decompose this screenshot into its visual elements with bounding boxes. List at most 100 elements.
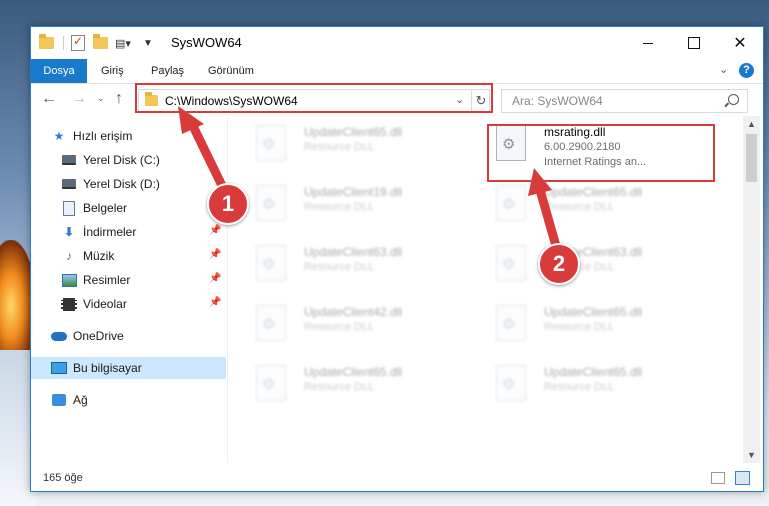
chevron-down-icon[interactable]: ▼ — [143, 34, 153, 52]
file-name: UpdateClient19.dll — [304, 185, 403, 199]
recent-locations-icon[interactable]: ⌄ — [97, 93, 105, 104]
dll-file-icon — [496, 185, 526, 221]
navigation-pane: ★ Hızlı erişim Yerel Disk (C:) Yerel Dis… — [31, 121, 226, 463]
properties-icon[interactable] — [71, 34, 85, 52]
dll-file-icon — [496, 305, 526, 341]
file-item[interactable]: UpdateClient63.dll Resource DLL — [486, 241, 716, 297]
pane-divider[interactable] — [227, 116, 228, 463]
help-icon[interactable]: ? — [739, 63, 754, 78]
sidebar-item-music[interactable]: ♪ Müzik 📌 — [31, 245, 226, 267]
scroll-down-icon[interactable]: ▼ — [747, 450, 756, 460]
file-name: UpdateClient65.dll — [544, 365, 643, 379]
large-icons-view-icon[interactable] — [735, 471, 750, 485]
sidebar-item-disk-d[interactable]: Yerel Disk (D:) — [31, 173, 226, 195]
window-title: SysWOW64 — [171, 35, 242, 50]
file-type: Resource DLL — [544, 321, 615, 333]
pin-icon[interactable]: 📌 — [209, 297, 221, 308]
file-item[interactable]: UpdateClient65.dll Resource DLL — [486, 181, 716, 237]
pin-icon[interactable]: 📌 — [209, 249, 221, 260]
sidebar-item-label: Yerel Disk (D:) — [83, 177, 160, 191]
vertical-scrollbar[interactable]: ▲ ▼ — [743, 116, 760, 463]
ribbon-tabs: Dosya Giriş Paylaş Görünüm ⌄ ? — [31, 59, 763, 84]
sidebar-item-label: Hızlı erişim — [73, 129, 133, 143]
status-bar: 165 öğe — [31, 465, 763, 489]
download-icon: ⬇ — [63, 225, 75, 239]
minimize-button[interactable] — [625, 27, 671, 59]
network-icon — [51, 393, 67, 407]
pin-icon[interactable]: 📌 — [209, 225, 221, 236]
dll-file-icon — [256, 245, 286, 281]
disk-icon — [61, 177, 77, 191]
sidebar-item-videos[interactable]: Videolar 📌 — [31, 293, 226, 315]
file-type: Resource DLL — [304, 141, 375, 153]
sidebar-item-label: Bu bilgisayar — [73, 361, 142, 375]
dll-file-icon — [496, 365, 526, 401]
title-bar: ▤▾ ▼ SysWOW64 ✕ — [31, 27, 763, 59]
file-item[interactable]: UpdateClient42.dll Resource DLL — [246, 301, 476, 357]
file-item[interactable]: UpdateClient19.dll Resource DLL — [246, 181, 476, 237]
explorer-window: ▤▾ ▼ SysWOW64 ✕ Dosya Giriş Paylaş Görün… — [30, 26, 764, 492]
sidebar-item-downloads[interactable]: ⬇ İndirmeler 📌 — [31, 221, 226, 243]
star-icon: ★ — [53, 129, 65, 143]
tab-share[interactable]: Paylaş — [141, 59, 194, 83]
music-icon: ♪ — [66, 249, 72, 263]
file-item[interactable]: UpdateClient65.dll Resource DLL — [246, 361, 476, 417]
dll-file-icon — [496, 245, 526, 281]
divider — [63, 36, 64, 50]
dll-file-icon — [256, 365, 286, 401]
file-item[interactable]: UpdateClient65.dll Resource DLL — [486, 361, 716, 417]
file-item[interactable]: UpdateClient65.dll Resource DLL — [246, 121, 476, 177]
tab-file[interactable]: Dosya — [31, 59, 87, 83]
file-type: Resource DLL — [304, 321, 375, 333]
sidebar-item-label: Resimler — [83, 273, 131, 287]
sidebar-item-label: Ağ — [73, 393, 88, 407]
sidebar-item-label: OneDrive — [73, 329, 124, 343]
scroll-up-icon[interactable]: ▲ — [747, 119, 756, 129]
scroll-thumb[interactable] — [746, 134, 757, 182]
sidebar-item-onedrive[interactable]: OneDrive — [31, 325, 226, 347]
sidebar-item-this-pc[interactable]: Bu bilgisayar — [31, 357, 226, 379]
search-input[interactable]: Ara: SysWOW64 — [512, 94, 603, 108]
file-name: UpdateClient65.dll — [304, 365, 403, 379]
sidebar-item-disk-c[interactable]: Yerel Disk (C:) — [31, 149, 226, 171]
file-item[interactable]: UpdateClient63.dll Resource DLL — [246, 241, 476, 297]
maximize-button[interactable] — [671, 27, 717, 59]
videos-icon — [61, 297, 77, 311]
expand-ribbon-icon[interactable]: ⌄ — [719, 63, 728, 76]
file-item[interactable]: UpdateClient65.dll Resource DLL — [486, 301, 716, 357]
sidebar-item-label: Yerel Disk (C:) — [83, 153, 160, 167]
file-name: UpdateClient65.dll — [304, 125, 403, 139]
folder-icon — [39, 34, 55, 52]
search-box[interactable]: Ara: SysWOW64 — [501, 89, 748, 113]
tab-home[interactable]: Giriş — [91, 59, 134, 83]
sidebar-item-pictures[interactable]: Resimler 📌 — [31, 269, 226, 291]
file-name: UpdateClient65.dll — [544, 305, 643, 319]
cloud-icon — [51, 329, 67, 343]
step-badge-1: 1 — [207, 183, 249, 225]
back-arrow-icon[interactable]: ← — [41, 90, 57, 108]
pin-icon[interactable]: 📌 — [209, 273, 221, 284]
dll-file-icon — [256, 185, 286, 221]
new-folder-icon[interactable] — [93, 34, 108, 52]
sidebar-item-network[interactable]: Ağ — [31, 389, 226, 411]
file-type: Resource DLL — [544, 201, 615, 213]
search-icon[interactable] — [728, 94, 739, 105]
disk-icon — [61, 153, 77, 167]
customize-toolbar-icon[interactable]: ▤▾ — [115, 34, 131, 52]
sidebar-item-label: Belgeler — [83, 201, 128, 215]
file-type: Resource DLL — [304, 381, 375, 393]
file-type: Resource DLL — [304, 201, 375, 213]
close-button[interactable]: ✕ — [717, 27, 763, 59]
details-view-icon[interactable] — [711, 472, 725, 484]
item-count: 165 öğe — [43, 472, 83, 484]
address-highlight-box — [135, 83, 493, 113]
file-type: Resource DLL — [544, 381, 615, 393]
tab-view[interactable]: Görünüm — [198, 59, 264, 83]
computer-icon — [51, 361, 67, 375]
sidebar-item-documents[interactable]: Belgeler — [31, 197, 226, 219]
file-type: Resource DLL — [304, 261, 375, 273]
up-arrow-icon[interactable]: ↑ — [115, 90, 123, 108]
file-highlight-box — [487, 124, 715, 182]
sidebar-item-quick-access[interactable]: ★ Hızlı erişim — [31, 125, 226, 147]
forward-arrow-icon[interactable]: → — [71, 90, 87, 108]
